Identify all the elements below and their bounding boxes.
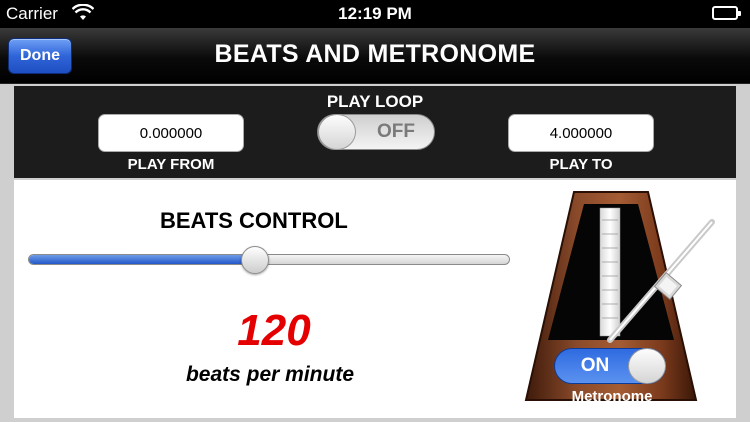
play-loop-panel: PLAY LOOP 0.000000 PLAY FROM OFF 4.00000… [14, 86, 736, 178]
play-loop-switch-label: OFF [377, 121, 415, 142]
metronome-widget: ON Metronome [518, 190, 722, 412]
beats-control-title: BEATS CONTROL [160, 208, 348, 233]
beats-slider-fill [29, 255, 256, 264]
switch-knob [628, 348, 666, 384]
play-loop-switch[interactable]: OFF [317, 114, 435, 150]
bpm-unit-label: beats per minute [185, 363, 355, 386]
nav-bar: Done BEATS AND METRONOME [0, 28, 750, 84]
page-title: BEATS AND METRONOME [214, 40, 536, 68]
battery-icon [712, 6, 741, 20]
beats-slider[interactable] [28, 254, 510, 265]
bpm-value: 120 [237, 306, 311, 355]
beats-control-panel: BEATS CONTROL 120 beats per minute ON Me… [14, 180, 736, 418]
content-area: PLAY LOOP 0.000000 PLAY FROM OFF 4.00000… [0, 84, 750, 422]
play-to-field[interactable]: 4.000000 [508, 114, 654, 152]
status-bar: Carrier 12:19 PM [0, 0, 750, 28]
status-time: 12:19 PM [338, 4, 412, 23]
beats-slider-thumb[interactable] [240, 246, 269, 274]
switch-knob [318, 114, 356, 150]
metronome-switch-label: ON [580, 355, 610, 376]
play-from-label: PLAY FROM [127, 156, 215, 173]
metronome-switch[interactable]: ON [554, 348, 666, 384]
play-loop-title: PLAY LOOP [326, 92, 424, 111]
play-from-field[interactable]: 0.000000 [98, 114, 244, 152]
metronome-label: Metronome [571, 388, 653, 405]
play-to-label: PLAY TO [549, 156, 613, 173]
